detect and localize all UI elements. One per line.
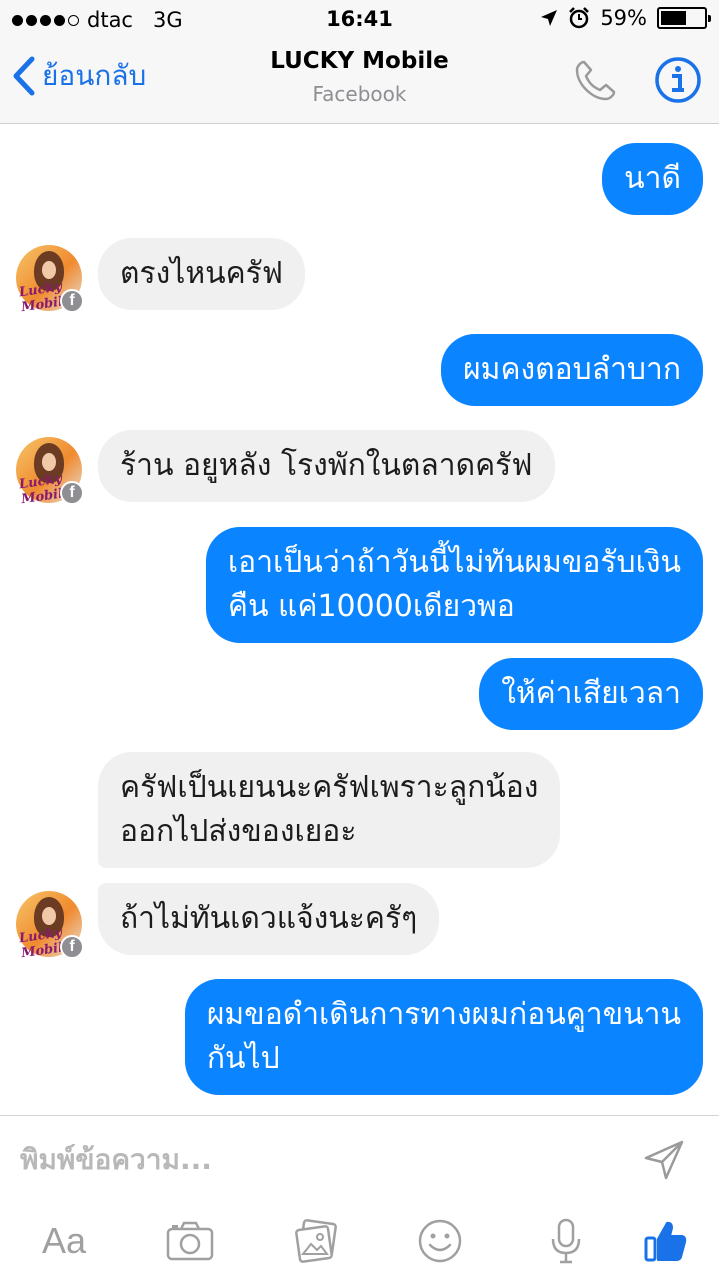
message-bubble-incoming[interactable]: ครัฟเป็นเยนนะครัฟเพราะลูกน้อง ออกไปส่งขอ…	[98, 752, 561, 868]
facebook-badge-icon: f	[60, 289, 84, 313]
call-button[interactable]	[572, 58, 618, 108]
contact-avatar[interactable]: Lucky Mobile f	[16, 245, 84, 315]
status-right: 59%	[540, 6, 711, 30]
message-text-line-2: กันไป	[206, 1041, 280, 1076]
message-bubble-outgoing[interactable]: นาดี	[602, 143, 703, 215]
message-bubble-incoming[interactable]: ร้าน อยูหลัง โรงพักในตลาดครัฟ	[98, 430, 555, 502]
emoji-button[interactable]	[410, 1211, 470, 1271]
location-arrow-icon	[541, 10, 558, 26]
message-text-line-2: ออกไปส่งของเยอะ	[120, 814, 357, 849]
photo-library-icon	[295, 1219, 337, 1263]
message-input[interactable]	[20, 1134, 620, 1184]
info-button[interactable]	[654, 56, 702, 108]
status-bar: dtac 3G 16:41 59%	[0, 0, 719, 40]
message-bubble-incoming[interactable]: ตรงไหนครัฟ	[98, 238, 306, 310]
message-text: ให้ค่าเสียเวลา	[501, 676, 681, 711]
photo-library-button[interactable]	[286, 1211, 346, 1271]
message-bubble-outgoing[interactable]: ให้ค่าเสียเวลา	[479, 658, 703, 730]
thumbs-up-icon	[644, 1221, 687, 1262]
battery-icon	[657, 7, 711, 29]
like-button[interactable]	[636, 1211, 696, 1271]
contact-avatar[interactable]: Lucky Mobile f	[16, 437, 84, 507]
camera-icon	[166, 1221, 214, 1261]
composer-bar: Aa	[0, 1115, 719, 1280]
navigation-bar: ย้อนกลับ LUCKY Mobile Facebook	[0, 40, 719, 124]
contact-avatar[interactable]: Lucky Mobile f	[16, 891, 84, 961]
message-text: ผมคงตอบลำบาก	[463, 352, 681, 387]
camera-button[interactable]	[160, 1211, 220, 1271]
send-button[interactable]	[642, 1138, 686, 1186]
composer-toolbar: Aa	[0, 1211, 719, 1271]
message-bubble-outgoing[interactable]: เอาเป็นว่าถ้าวันนี้ไม่ทันผมขอรับเงิน คืน…	[205, 527, 703, 643]
message-text-line-1: ผมขอดำเดินการทางผมก่อนคูาขนาน	[206, 997, 681, 1032]
message-text: นาดี	[624, 161, 681, 196]
message-bubble-incoming[interactable]: ถ้าไม่ทันเดวแจ้งนะครัๆ	[98, 883, 440, 955]
text-format-button[interactable]: Aa	[34, 1211, 94, 1271]
message-text: ร้าน อยูหลัง โรงพักในตลาดครัฟ	[120, 448, 533, 483]
facebook-badge-icon: f	[60, 481, 84, 505]
text-format-label: Aa	[41, 1220, 87, 1261]
battery-percent: 59%	[600, 6, 647, 30]
info-icon	[655, 57, 701, 103]
voice-record-button[interactable]	[536, 1211, 596, 1271]
smiley-icon	[418, 1219, 462, 1263]
message-thread[interactable]: นาดี Lucky Mobile f ตรงไหนครัฟ ผมคงตอบลำ…	[0, 125, 719, 1115]
message-text-line-2: คืน แค่10000เดียวพอ	[227, 589, 515, 624]
alarm-clock-icon	[569, 7, 590, 29]
microphone-icon	[551, 1218, 581, 1264]
message-bubble-outgoing[interactable]: ผมคงตอบลำบาก	[441, 334, 703, 406]
message-text: ถ้าไม่ทันเดวแจ้งนะครัๆ	[120, 901, 418, 936]
message-text-line-1: เอาเป็นว่าถ้าวันนี้ไม่ทันผมขอรับเงิน	[227, 545, 681, 580]
message-text-line-1: ครัฟเป็นเยนนะครัฟเพราะลูกน้อง	[120, 770, 539, 805]
facebook-badge-icon: f	[60, 935, 84, 959]
phone-icon	[575, 60, 616, 101]
message-text: ตรงไหนครัฟ	[120, 256, 284, 291]
send-icon	[644, 1140, 684, 1180]
message-bubble-outgoing[interactable]: ผมขอดำเดินการทางผมก่อนคูาขนาน กันไป	[184, 979, 703, 1095]
